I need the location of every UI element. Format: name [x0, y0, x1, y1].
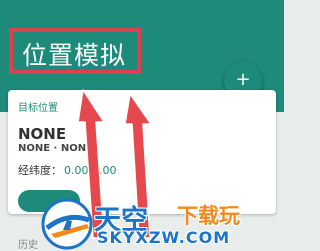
site-watermark: 天空 下载玩 SKYXZW.COM [37, 194, 284, 251]
watermark-slogan: 下载玩 [177, 204, 240, 228]
watermark-domain: SKYXZW.COM [97, 228, 231, 247]
plane-globe-logo-icon [41, 198, 93, 250]
